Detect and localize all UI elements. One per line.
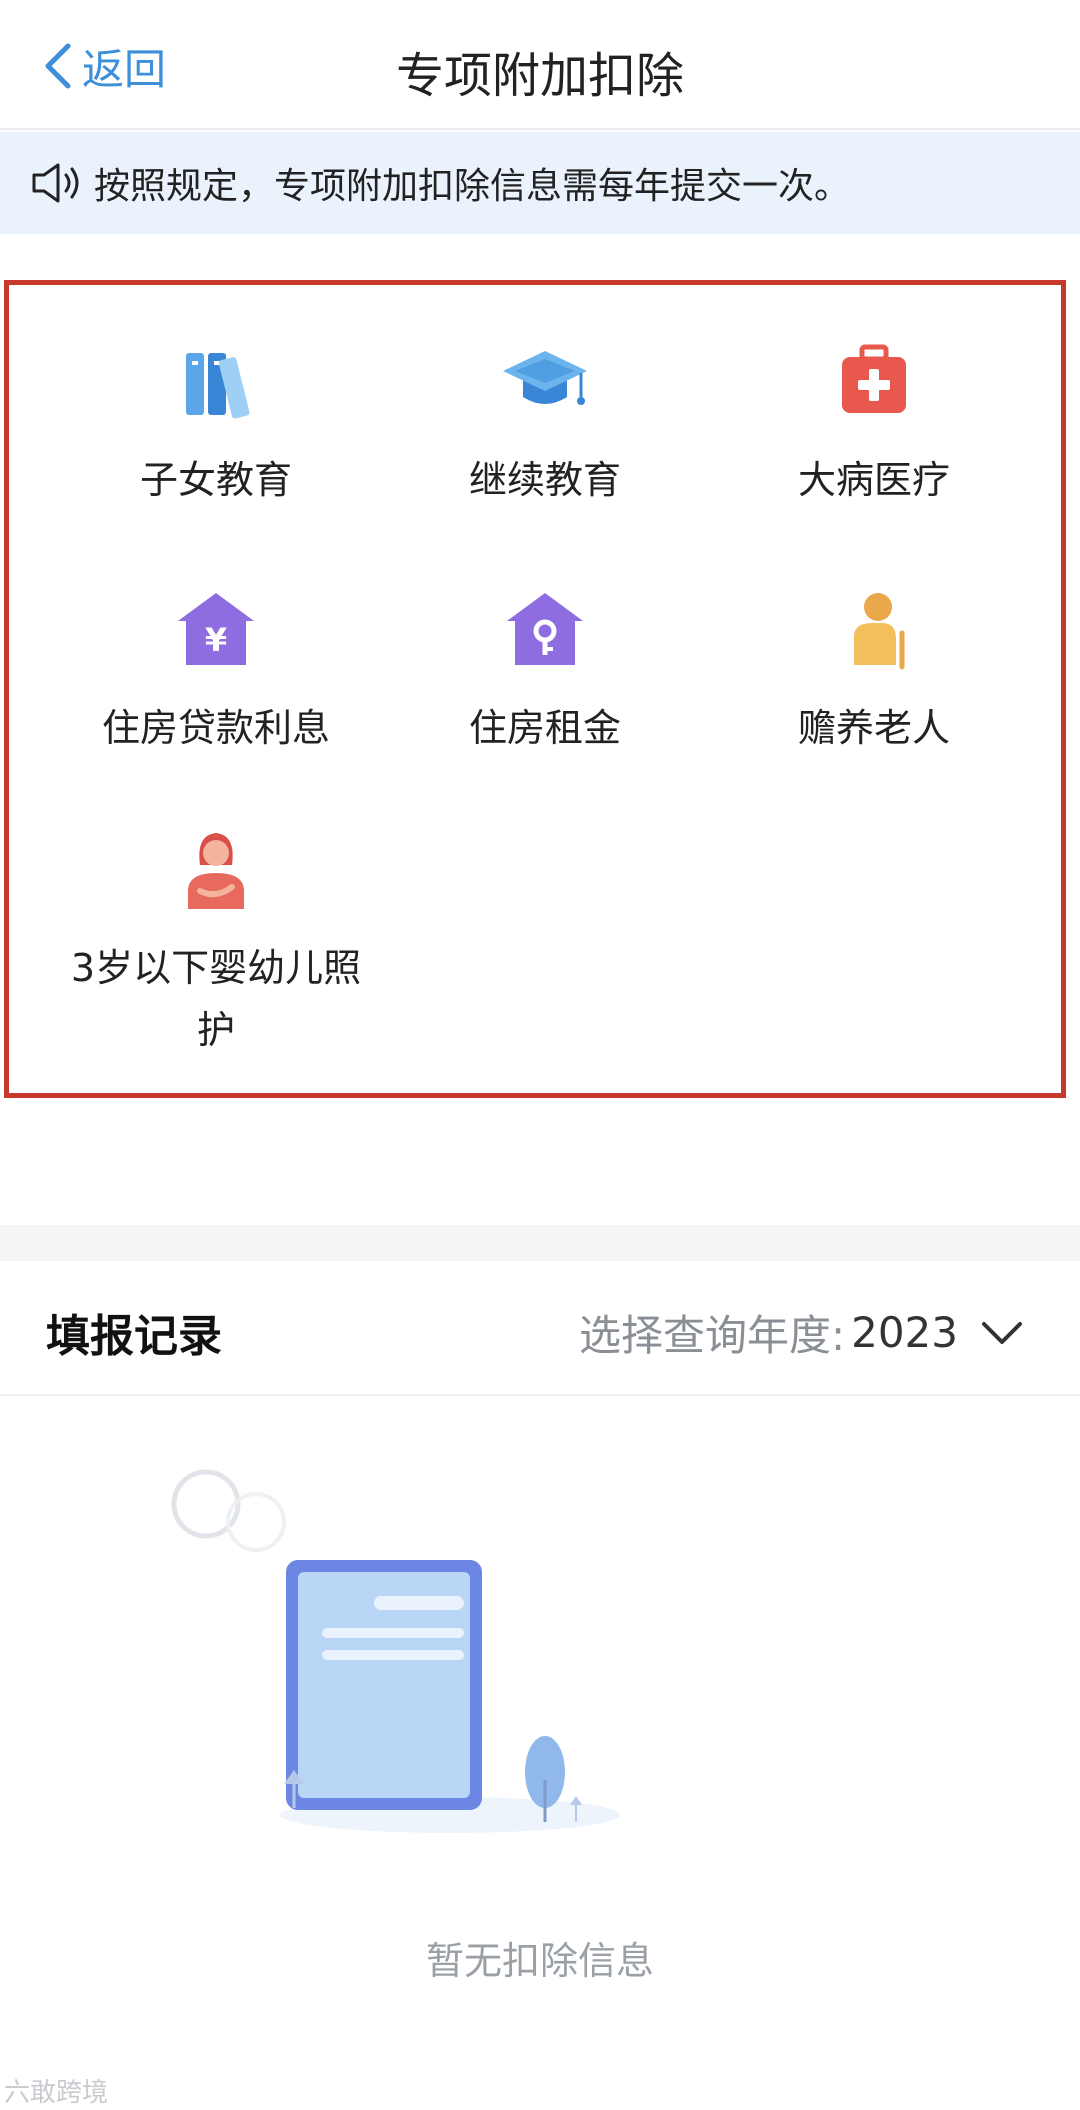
option-label: 3岁以下婴幼儿照护 xyxy=(70,946,362,1052)
option-children-education[interactable]: 子女教育 xyxy=(56,337,376,511)
records-header: 填报记录 选择查询年度: 2023 xyxy=(0,1262,1080,1396)
option-label: 大病医疗 xyxy=(797,458,950,502)
option-serious-illness[interactable]: 大病医疗 xyxy=(714,337,1034,511)
deduction-options: 子女教育 继续教育 大病医疗 ¥ 住房贷款利息 住房租金 赡养老人 3岁以下婴幼… xyxy=(4,280,1066,1098)
option-continuing-education[interactable]: 继续教育 xyxy=(385,337,705,511)
option-housing-rent[interactable]: 住房租金 xyxy=(385,585,705,759)
page: 返回 专项附加扣除 按照规定，专项附加扣除信息需每年提交一次。 子女教育 继续教… xyxy=(0,0,1080,2110)
option-label: 继续教育 xyxy=(468,458,621,502)
year-value: 2023 xyxy=(851,1308,958,1357)
option-infant-care[interactable]: 3岁以下婴幼儿照护 xyxy=(56,825,376,1061)
option-elderly-support[interactable]: 赡养老人 xyxy=(714,585,1034,759)
chevron-down-icon xyxy=(982,1321,1022,1344)
speaker-icon xyxy=(32,163,79,203)
medical-kit-icon xyxy=(824,337,924,427)
option-housing-loan-interest[interactable]: ¥ 住房贷款利息 xyxy=(56,585,376,759)
year-selector[interactable]: 选择查询年度: 2023 xyxy=(579,1302,1024,1363)
house-key-icon xyxy=(495,585,595,675)
notice-text: 按照规定，专项附加扣除信息需每年提交一次。 xyxy=(94,166,851,207)
empty-document-illustration xyxy=(171,1469,620,1833)
option-label: 赡养老人 xyxy=(797,706,950,750)
records-title: 填报记录 xyxy=(46,1311,222,1362)
page-title: 专项附加扣除 xyxy=(395,48,684,104)
watermark: 六敢跨境 xyxy=(4,2078,109,2108)
section-divider xyxy=(0,1225,1080,1261)
elderly-icon xyxy=(824,585,924,675)
svg-text:¥: ¥ xyxy=(205,621,227,659)
option-label: 住房贷款利息 xyxy=(101,706,330,750)
year-label: 选择查询年度: xyxy=(578,1311,846,1360)
nav-bar: 返回 专项附加扣除 xyxy=(0,0,1080,130)
option-label: 子女教育 xyxy=(139,458,292,502)
caregiver-icon xyxy=(166,825,266,915)
notice-bar: 按照规定，专项附加扣除信息需每年提交一次。 xyxy=(0,132,1080,234)
option-label: 住房租金 xyxy=(468,706,621,750)
graduation-cap-icon xyxy=(495,337,595,427)
empty-state-text: 暂无扣除信息 xyxy=(425,1939,654,1983)
books-icon xyxy=(166,337,266,427)
house-yuan-icon: ¥ xyxy=(166,585,266,675)
